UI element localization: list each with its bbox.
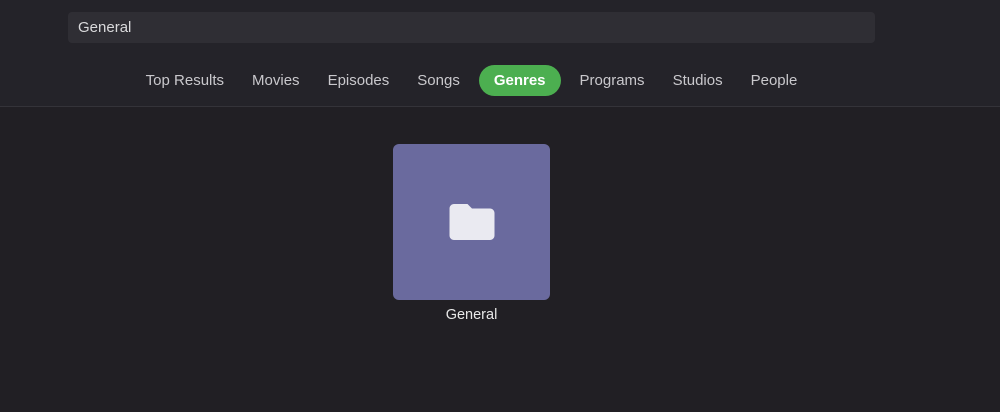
- tab-people[interactable]: People: [742, 65, 807, 96]
- folder-icon: [449, 204, 494, 240]
- tab-episodes[interactable]: Episodes: [319, 65, 399, 96]
- tab-genres[interactable]: Genres: [478, 64, 561, 96]
- tab-movies[interactable]: Movies: [243, 65, 309, 96]
- search-input[interactable]: [68, 12, 875, 43]
- search-filter-tabs: Top Results Movies Episodes Songs Genres…: [0, 61, 943, 99]
- tab-studios[interactable]: Studios: [664, 65, 732, 96]
- tab-top-results[interactable]: Top Results: [137, 65, 233, 96]
- genre-card-title: General: [445, 307, 498, 323]
- tab-programs[interactable]: Programs: [571, 65, 654, 96]
- genre-card-general[interactable]: General: [393, 144, 550, 323]
- tab-songs[interactable]: Songs: [408, 65, 469, 96]
- search-results: General: [0, 144, 943, 323]
- genre-card-tile[interactable]: [393, 144, 550, 300]
